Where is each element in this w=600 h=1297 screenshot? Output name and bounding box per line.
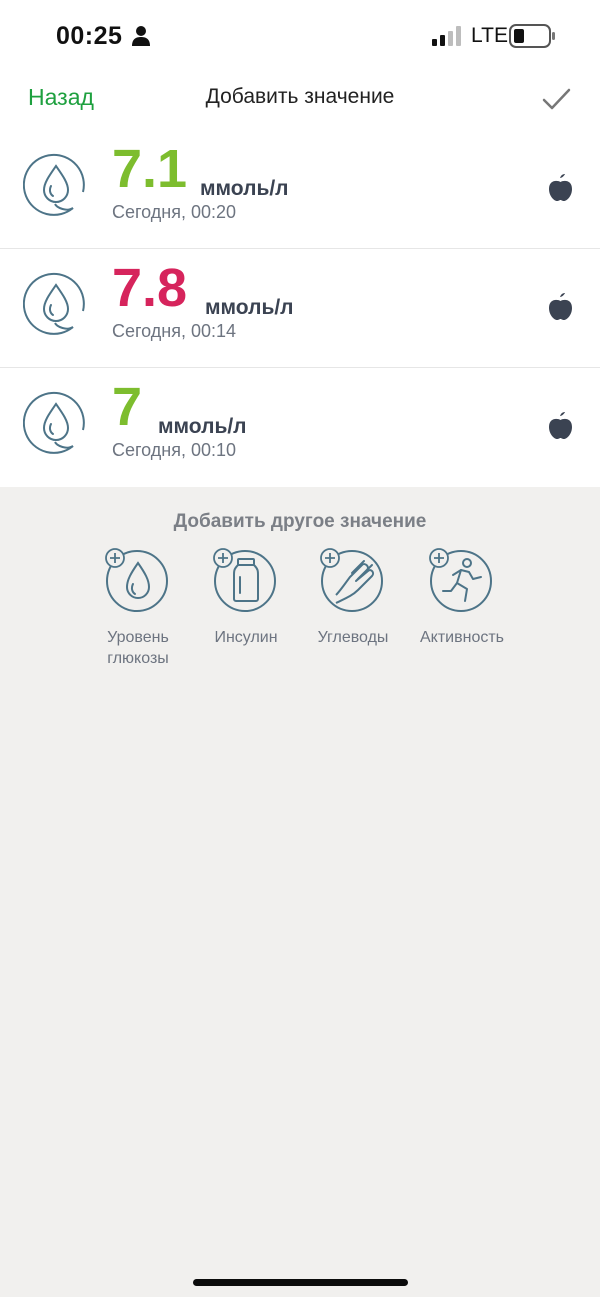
glucose-entry[interactable]: 7.8 ммоль/л Сегодня, 00:14: [0, 249, 600, 368]
checkmark-icon[interactable]: [540, 84, 572, 114]
glucose-drop-icon: [23, 391, 85, 454]
apple-icon[interactable]: [547, 293, 574, 321]
apple-icon[interactable]: [547, 174, 574, 202]
add-glucose-button[interactable]: Уровень глюкозы: [83, 547, 193, 669]
network-type: LTE: [471, 24, 508, 47]
glucose-entry[interactable]: 7.1 ммоль/л Сегодня, 00:20: [0, 130, 600, 249]
add-carbs-button[interactable]: Углеводы: [298, 547, 408, 648]
home-indicator[interactable]: [193, 1279, 408, 1286]
add-other-value-section: Добавить другое значение Уровень глюкозы: [0, 487, 600, 713]
cellular-signal-icon: [432, 26, 461, 46]
add-carbs-icon: [320, 548, 383, 612]
battery-icon: [509, 24, 555, 48]
entry-time: Сегодня, 00:10: [112, 440, 237, 460]
add-glucose-icon: [105, 548, 168, 612]
add-other-title: Добавить другое значение: [173, 511, 427, 532]
add-activity-icon: [429, 548, 492, 612]
glucose-unit: ммоль/л: [200, 177, 289, 200]
glucose-unit: ммоль/л: [205, 296, 294, 319]
add-insulin-icon: [213, 548, 276, 612]
glucose-entry-list: 7.1 ммоль/л Сегодня, 00:20 7.8 ммоль/л С…: [0, 130, 600, 487]
navigation-bar: Назад Добавить значение: [0, 70, 600, 130]
person-icon: [132, 26, 150, 46]
status-bar: 00:25 LTE: [0, 0, 600, 70]
glucose-unit: ммоль/л: [158, 415, 247, 438]
page-title: Добавить значение: [205, 85, 395, 108]
glucose-value: 7.8: [112, 258, 188, 318]
apple-icon[interactable]: [547, 412, 574, 440]
top-panel: 00:25 LTE Назад Добавить значение 7.1 мм…: [0, 0, 600, 487]
add-activity-button[interactable]: Активность: [407, 547, 517, 648]
entry-time: Сегодня, 00:14: [112, 321, 237, 341]
add-activity-label: Активность: [419, 629, 504, 646]
add-insulin-label: Инсулин: [214, 629, 278, 646]
glucose-entry[interactable]: 7 ммоль/л Сегодня, 00:10: [0, 368, 600, 487]
glucose-drop-icon: [23, 153, 85, 216]
add-glucose-label: Уровень глюкозы: [107, 629, 169, 667]
status-time: 00:25: [56, 22, 123, 50]
glucose-value: 7: [112, 377, 143, 437]
entry-time: Сегодня, 00:20: [112, 202, 237, 222]
add-options-row: Уровень глюкозы Инсулин Углеводы Активно…: [0, 533, 600, 713]
glucose-value: 7.1: [112, 139, 188, 199]
add-carbs-label: Углеводы: [317, 629, 389, 646]
add-insulin-button[interactable]: Инсулин: [191, 547, 301, 648]
glucose-drop-icon: [23, 272, 85, 335]
